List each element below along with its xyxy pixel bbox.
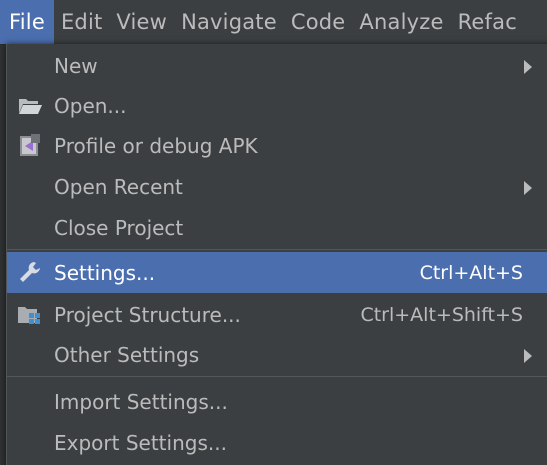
menu-item-export-settings[interactable]: Export Settings... xyxy=(7,423,547,463)
ide-window: File Edit View Navigate Code Analyze Ref… xyxy=(0,0,547,465)
menu-item-open[interactable]: Open... xyxy=(7,86,547,126)
menu-item-label: Open... xyxy=(54,94,127,118)
menu-item-label: Import Settings... xyxy=(54,390,228,414)
menu-navigate[interactable]: Navigate xyxy=(174,0,284,44)
menu-item-label: Settings... xyxy=(54,260,156,285)
menu-code[interactable]: Code xyxy=(284,0,353,44)
menu-refactor[interactable]: Refac xyxy=(451,0,524,44)
submenu-arrow-icon xyxy=(524,60,532,74)
wrench-icon xyxy=(17,260,43,284)
menu-item-settings[interactable]: Settings... Ctrl+Alt+S xyxy=(7,252,547,293)
menu-item-new[interactable]: New xyxy=(7,46,547,86)
menu-item-label: Close Project xyxy=(54,216,184,240)
menu-item-shortcut: Ctrl+Alt+Shift+S xyxy=(360,304,523,326)
project-structure-icon xyxy=(17,303,43,327)
menu-separator xyxy=(7,376,547,377)
menu-file[interactable]: File xyxy=(0,0,54,44)
menu-edit[interactable]: Edit xyxy=(54,0,109,44)
menu-item-import-settings[interactable]: Import Settings... xyxy=(7,382,547,422)
menu-analyze[interactable]: Analyze xyxy=(352,0,450,44)
menu-item-open-recent[interactable]: Open Recent xyxy=(7,167,547,207)
menu-item-profile-apk[interactable]: Profile or debug APK xyxy=(7,126,547,166)
folder-open-icon xyxy=(17,94,43,118)
file-menu-dropdown: New Open... Profile or debug APK Open Re… xyxy=(6,44,547,465)
menu-item-label: Open Recent xyxy=(54,175,183,199)
menu-item-label: Profile or debug APK xyxy=(54,134,258,158)
menu-item-label: Other Settings xyxy=(54,343,200,367)
submenu-arrow-icon xyxy=(524,181,532,195)
menu-item-label: Export Settings... xyxy=(54,431,227,455)
menu-item-other-settings[interactable]: Other Settings xyxy=(7,335,547,375)
apk-icon xyxy=(17,134,43,158)
menu-separator xyxy=(7,249,547,250)
menu-item-close-project[interactable]: Close Project xyxy=(7,208,547,248)
menu-item-label: Project Structure... xyxy=(54,303,241,327)
menu-item-label: New xyxy=(54,54,98,78)
submenu-arrow-icon xyxy=(524,349,532,363)
menu-item-shortcut: Ctrl+Alt+S xyxy=(419,261,523,284)
menu-bar: File Edit View Navigate Code Analyze Ref… xyxy=(0,0,547,45)
menu-view[interactable]: View xyxy=(109,0,174,44)
menu-item-project-structure[interactable]: Project Structure... Ctrl+Alt+Shift+S xyxy=(7,295,547,335)
